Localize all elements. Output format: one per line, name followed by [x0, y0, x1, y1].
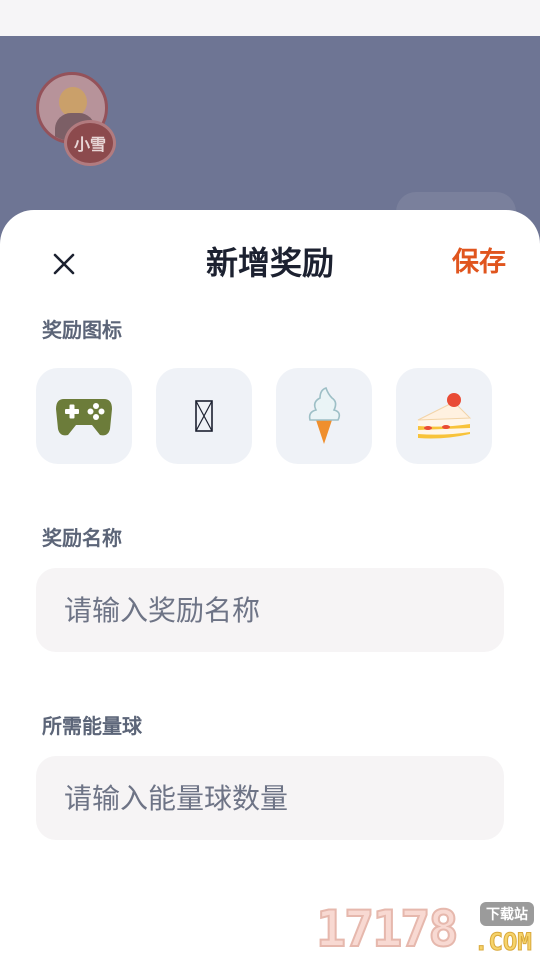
energy-section-label: 所需能量球: [42, 714, 142, 738]
reward-name-field: [36, 568, 504, 652]
soft-serve-icon: [308, 386, 341, 444]
gamepad-icon: [56, 399, 112, 436]
icon-option-cake[interactable]: [396, 368, 492, 464]
add-reward-sheet: 新增奖励 保存 奖励图标 奖励名称 请输入奖励名称 所需能量球 请输入能量球数量: [0, 210, 540, 960]
icon-option-ice-cream[interactable]: [276, 368, 372, 464]
watermark-digits: 17178: [315, 899, 460, 959]
shortcake-icon: [417, 393, 472, 439]
save-button[interactable]: 保存: [452, 242, 506, 284]
name-section-label: 奖励名称: [42, 526, 122, 550]
watermark-com: .COM: [474, 928, 533, 957]
watermark: 17178 下载站 .COM: [315, 898, 540, 960]
icon-section-label: 奖励图标: [42, 318, 122, 342]
missing-glyph-icon: [195, 400, 213, 432]
watermark-badge: 下载站: [480, 902, 534, 926]
reward-name-input[interactable]: [62, 592, 504, 628]
icon-picker: [36, 368, 506, 464]
status-bar: [0, 0, 540, 36]
energy-count-field: [36, 756, 504, 840]
icon-option-gamepad[interactable]: [36, 368, 132, 464]
icon-option-missing[interactable]: [156, 368, 252, 464]
avatar-name-badge: 小雪: [64, 120, 116, 166]
energy-count-input[interactable]: [62, 780, 504, 816]
